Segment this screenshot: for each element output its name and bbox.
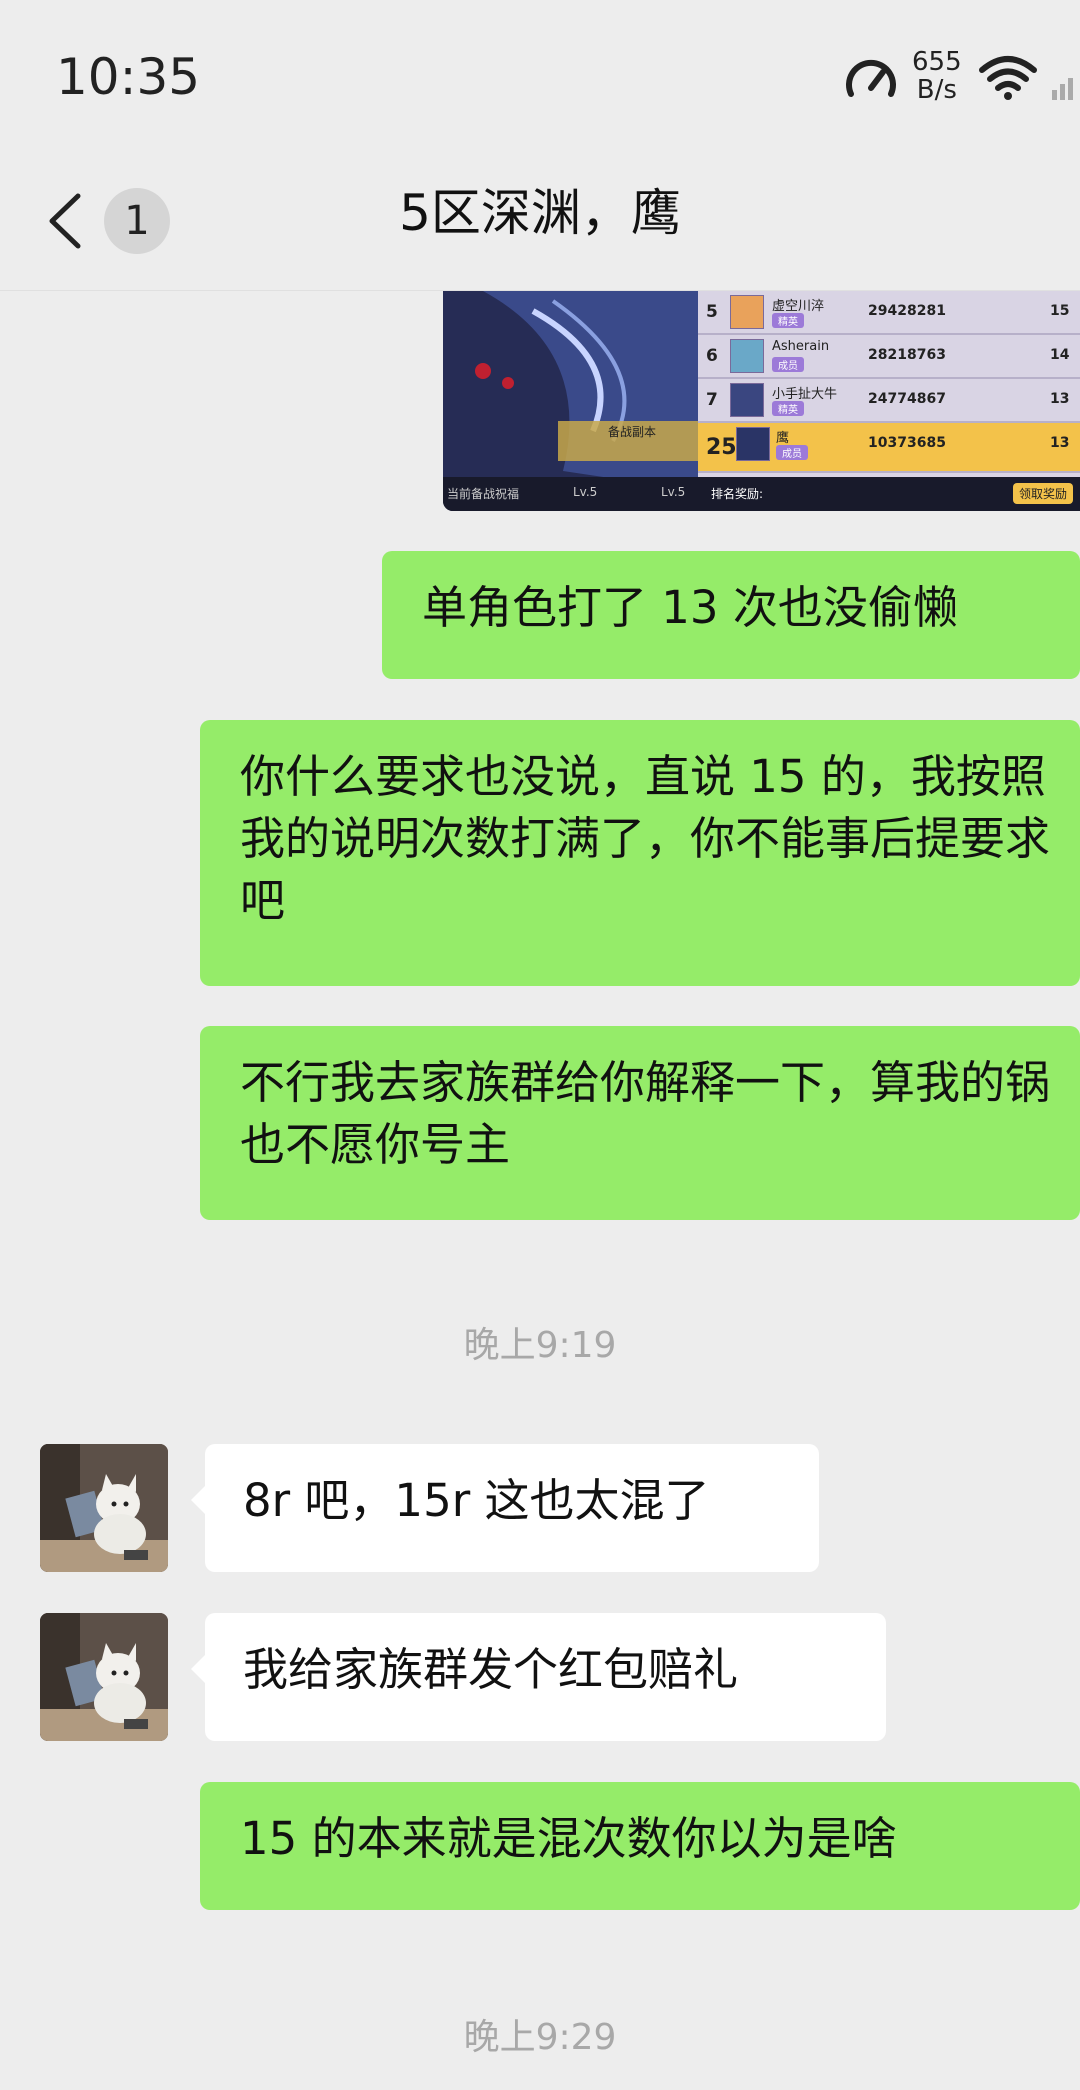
network-speed: 655 B/s: [912, 47, 962, 105]
dog-avatar-icon: [40, 1613, 168, 1741]
avatar: [736, 427, 770, 461]
art-banner: 备战副本: [608, 425, 657, 439]
message-timestamp: 晚上9:29: [463, 2017, 617, 2058]
contact-avatar[interactable]: [40, 1613, 168, 1741]
ranking-row: 7 小手扯大牛 精英 24774867 13: [698, 379, 1080, 423]
dog-avatar-icon: [40, 1444, 168, 1572]
avatar: [730, 339, 764, 373]
shared-image[interactable]: 备战副本 5 虚空川淬 精英 29428281 15 6 Asherain 成员…: [443, 291, 1080, 511]
ranking-row: 6 Asherain 成员 28218763 14: [698, 335, 1080, 379]
wifi-icon: [979, 56, 1037, 100]
image-footer: 当前备战祝福 Lv.5 Lv.5 排名奖励: 领取奖励: [443, 477, 1080, 511]
message-outgoing[interactable]: 单角色打了 13 次也没偷懒: [382, 551, 1080, 679]
chat-title: 5区深渊，鹰: [399, 184, 681, 242]
avatar: [730, 383, 764, 417]
signal-icon: [1052, 78, 1073, 100]
message-outgoing[interactable]: 15 的本来就是混次数你以为是啥: [200, 1782, 1080, 1910]
ranking-row-self: 25 鹰 成员 10373685 13: [698, 423, 1080, 473]
ranking-row: 5 虚空川淬 精英 29428281 15: [698, 291, 1080, 335]
avatar: [730, 295, 764, 329]
message-outgoing[interactable]: 不行我去家族群给你解释一下，算我的锅也不愿你号主: [200, 1026, 1080, 1220]
message-incoming[interactable]: 我给家族群发个红包赔礼: [191, 1613, 886, 1741]
status-bar: 10:35 655 B/s: [0, 0, 1080, 150]
message-timestamp: 晚上9:19: [463, 1325, 617, 1366]
contact-avatar[interactable]: [40, 1444, 168, 1572]
speedometer-icon: [846, 59, 896, 97]
chat-header: 1 5区深渊，鹰: [0, 150, 1080, 291]
message-incoming[interactable]: 8r 吧，15r 这也太混了: [191, 1444, 819, 1572]
status-time: 10:35: [56, 48, 201, 106]
message-outgoing[interactable]: 你什么要求也没说，直说 15 的，我按照我的说明次数打满了，你不能事后提要求吧: [200, 720, 1080, 986]
